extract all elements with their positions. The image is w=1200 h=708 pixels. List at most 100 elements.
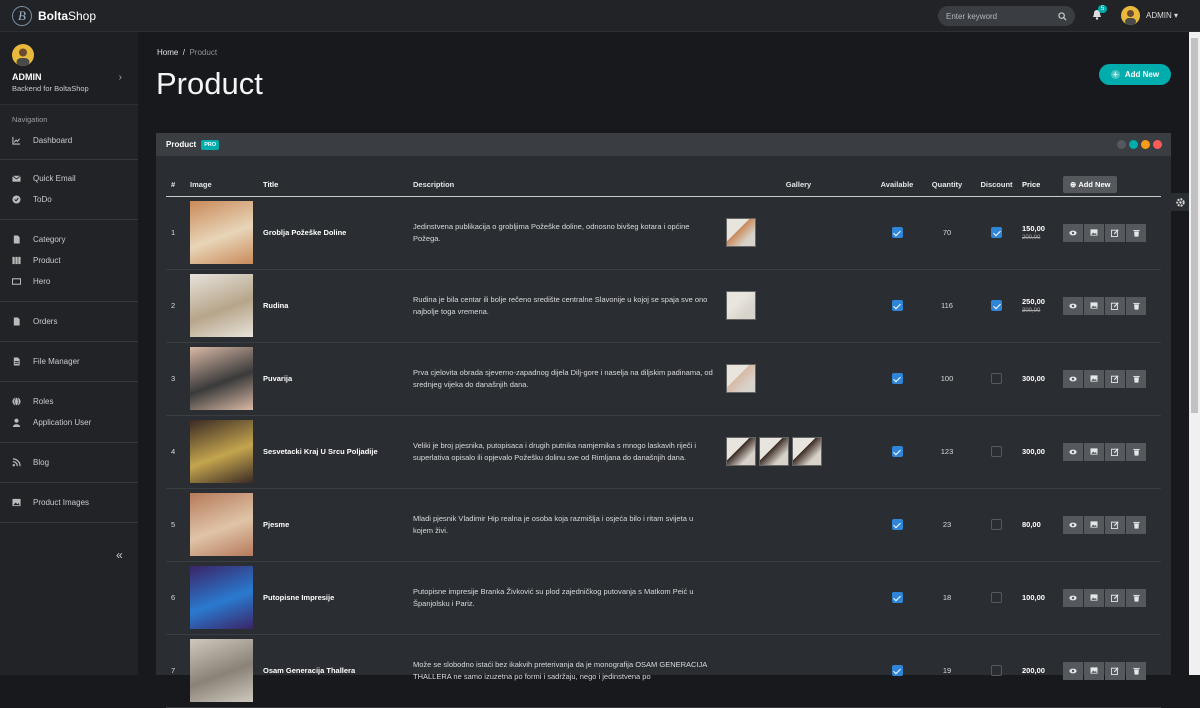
images-button[interactable] — [1084, 296, 1104, 315]
sidebar-item-product-images[interactable]: Product Images — [0, 492, 138, 513]
product-image[interactable] — [190, 420, 253, 483]
product-title: Rudina — [263, 269, 413, 343]
trash-button[interactable] — [1126, 296, 1146, 315]
search-input[interactable] — [946, 11, 1046, 21]
nav-divider — [0, 442, 138, 443]
sidebar-item-file-manager[interactable]: File Manager — [0, 351, 138, 372]
file-icon — [12, 235, 27, 244]
sidebar-item-blog[interactable]: Blog — [0, 452, 138, 473]
edit-button[interactable] — [1105, 369, 1125, 388]
price: 80,00 — [1022, 520, 1041, 529]
view-button[interactable] — [1063, 223, 1083, 242]
edit-button[interactable] — [1105, 296, 1125, 315]
table-row: 3 Puvarija Prva cjelovita obrada sjeverno-… — [166, 342, 1161, 416]
expand-icon[interactable] — [1117, 140, 1126, 149]
view-button[interactable] — [1063, 296, 1083, 315]
sidebar-item-product[interactable]: Product — [0, 250, 138, 271]
discount-checkbox[interactable] — [991, 227, 1002, 238]
edit-button[interactable] — [1105, 442, 1125, 461]
view-button[interactable] — [1063, 369, 1083, 388]
columns-icon — [12, 256, 27, 265]
discount-checkbox[interactable] — [991, 592, 1002, 603]
minimize-icon[interactable] — [1141, 140, 1150, 149]
view-icon — [1069, 522, 1077, 528]
product-image[interactable] — [190, 639, 253, 702]
available-checkbox[interactable] — [891, 446, 903, 457]
sidebar-item-orders[interactable]: Orders — [0, 311, 138, 332]
gallery-thumbnail[interactable] — [726, 364, 756, 393]
product-image[interactable] — [190, 566, 253, 629]
avatar[interactable] — [1121, 6, 1140, 25]
close-icon[interactable] — [1153, 140, 1162, 149]
gallery-thumbnail[interactable] — [726, 291, 756, 320]
trash-button[interactable] — [1126, 661, 1146, 680]
price: 250,00 — [1022, 297, 1045, 306]
available-checkbox[interactable] — [891, 592, 903, 603]
images-button[interactable] — [1084, 442, 1104, 461]
user-menu[interactable]: ADMIN ▾ — [1146, 11, 1178, 20]
collapse-sidebar-icon[interactable]: « — [116, 548, 123, 562]
sidebar-item-quick-email[interactable]: Quick Email — [0, 168, 138, 189]
trash-icon — [1132, 594, 1140, 602]
available-checkbox[interactable] — [891, 519, 903, 530]
gallery-thumbnail[interactable] — [792, 437, 822, 466]
product-image[interactable] — [190, 347, 253, 410]
images-button[interactable] — [1084, 369, 1104, 388]
trash-button[interactable] — [1126, 223, 1146, 242]
available-checkbox[interactable] — [891, 665, 903, 676]
page-scrollbar[interactable] — [1189, 32, 1200, 675]
reload-icon[interactable] — [1129, 140, 1138, 149]
edit-button[interactable] — [1105, 588, 1125, 607]
sidebar-item-todo[interactable]: ToDo — [0, 189, 138, 210]
edit-button[interactable] — [1105, 661, 1125, 680]
product-image[interactable] — [190, 274, 253, 337]
gallery-thumbnail[interactable] — [726, 218, 756, 247]
discount-checkbox[interactable] — [991, 300, 1002, 311]
product-image[interactable] — [190, 201, 253, 264]
sidebar-item-hero[interactable]: Hero — [0, 271, 138, 292]
images-button[interactable] — [1084, 588, 1104, 607]
product-image[interactable] — [190, 493, 253, 556]
discount-checkbox[interactable] — [991, 665, 1002, 676]
edit-button[interactable] — [1105, 515, 1125, 534]
sidebar-item-roles[interactable]: Roles — [0, 391, 138, 412]
search-icon[interactable] — [1058, 11, 1067, 21]
trash-button[interactable] — [1126, 588, 1146, 607]
discount-checkbox[interactable] — [991, 519, 1002, 530]
discount-checkbox[interactable] — [991, 446, 1002, 457]
view-button[interactable] — [1063, 588, 1083, 607]
trash-button[interactable] — [1126, 369, 1146, 388]
available-checkbox[interactable] — [891, 373, 903, 384]
view-button[interactable] — [1063, 515, 1083, 534]
row-number: 5 — [166, 488, 190, 562]
trash-button[interactable] — [1126, 442, 1146, 461]
sidebar-item-category[interactable]: Category — [0, 229, 138, 250]
images-button[interactable] — [1084, 515, 1104, 534]
col-title: Title — [263, 173, 413, 197]
available-checkbox[interactable] — [891, 227, 903, 238]
sidebar-item-label: Hero — [33, 277, 51, 286]
images-button[interactable] — [1084, 223, 1104, 242]
table-row: 4 Sesvetacki Kraj U Srcu Poljadije Veliki … — [166, 415, 1161, 489]
add-new-button[interactable]: + Add New — [1099, 64, 1171, 85]
file-lines-icon — [12, 357, 27, 366]
sidebar-item-application-user[interactable]: Application User — [0, 412, 138, 433]
gallery-thumbnail[interactable] — [726, 437, 756, 466]
discount-checkbox[interactable] — [991, 373, 1002, 384]
settings-gear-icon[interactable] — [1171, 193, 1189, 211]
sidebar-item-dashboard[interactable]: Dashboard — [0, 130, 138, 151]
available-checkbox[interactable] — [891, 300, 903, 311]
brand-logo[interactable]: B BoltaShop — [0, 5, 138, 26]
scrollbar-thumb[interactable] — [1191, 38, 1198, 413]
gallery-thumbnail[interactable] — [759, 437, 789, 466]
avatar — [12, 44, 34, 66]
edit-button[interactable] — [1105, 223, 1125, 242]
table-add-new-button[interactable]: ⊕ Add New — [1063, 175, 1118, 193]
images-button[interactable] — [1084, 661, 1104, 680]
profile-panel[interactable]: ADMIN Backend for BoltaShop › — [0, 32, 138, 105]
panel-controls — [1117, 140, 1162, 149]
view-button[interactable] — [1063, 661, 1083, 680]
breadcrumb-home[interactable]: Home — [157, 48, 178, 57]
trash-button[interactable] — [1126, 515, 1146, 534]
view-button[interactable] — [1063, 442, 1083, 461]
